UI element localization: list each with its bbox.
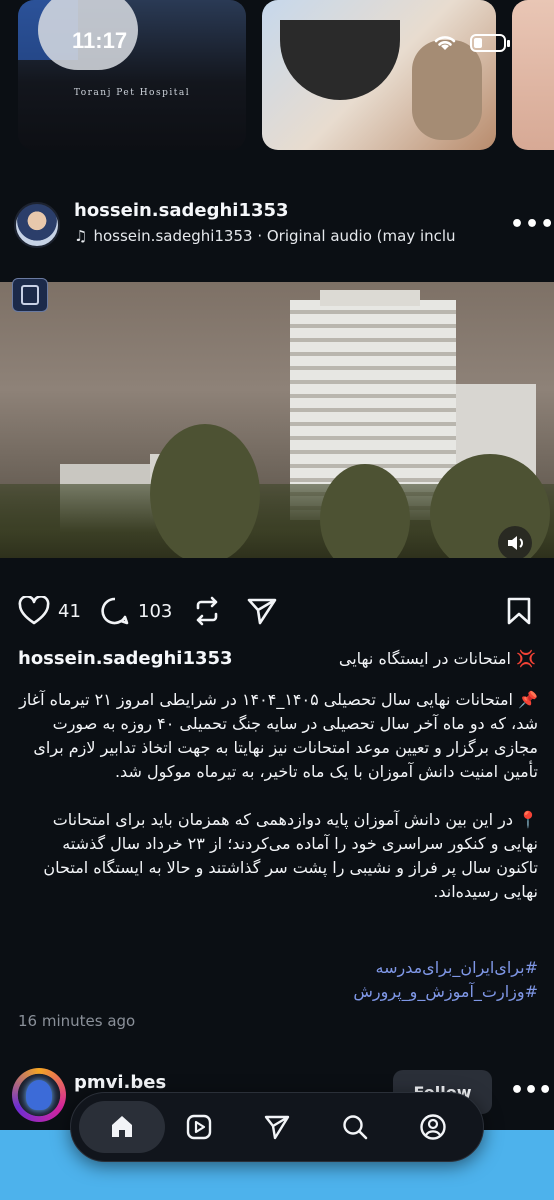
post-video[interactable]	[0, 264, 554, 578]
like-button[interactable]: 41	[18, 596, 81, 626]
post-timestamp: 16 minutes ago	[18, 1012, 136, 1030]
home-icon	[112, 1116, 132, 1137]
reel-thumbnail[interactable]: Toranj Pet Hospital	[18, 0, 246, 150]
reels-icon	[186, 1114, 212, 1140]
next-post-username[interactable]: pmvi.bes	[74, 1072, 166, 1093]
repost-button[interactable]	[192, 596, 222, 626]
reel-thumbnail[interactable]	[512, 0, 554, 150]
tab-bar	[70, 1092, 484, 1162]
search-icon	[343, 1115, 368, 1140]
caption-username[interactable]: hossein.sadeghi1353	[18, 648, 233, 669]
hashtag-list: #برای‌ایران_برای‌مدرسه #وزارت_آموزش_و_پر…	[16, 956, 538, 1004]
tab-messages[interactable]	[251, 1101, 303, 1153]
caption-paragraph: 📍 در این بین دانش آموزان پایه دوازدهمی ک…	[43, 810, 538, 901]
like-count: 41	[58, 600, 81, 622]
hashtag-link[interactable]: #وزارت_آموزش_و_پرورش	[16, 980, 538, 1004]
status-bar: 11:17	[0, 28, 554, 58]
send-icon	[264, 1115, 290, 1140]
caption-title: 💢 امتحانات در ایستگاه نهایی	[338, 649, 536, 668]
more-options-icon[interactable]: •••	[510, 212, 554, 237]
tab-home[interactable]	[79, 1101, 165, 1153]
tab-profile[interactable]	[407, 1101, 459, 1153]
wifi-icon	[434, 36, 456, 50]
heart-icon	[18, 596, 50, 625]
channel-logo-icon	[12, 278, 48, 312]
bookmark-icon	[507, 597, 531, 625]
comment-icon	[101, 597, 129, 625]
hashtag-link[interactable]: #برای‌ایران_برای‌مدرسه	[16, 956, 538, 980]
caption-paragraph: 📌 امتحانات نهایی سال تحصیلی ۱۴۰۵_۱۴۰۴ در…	[19, 690, 538, 781]
avatar[interactable]	[12, 1068, 66, 1122]
post-header: hossein.sadeghi1353 ♫ hossein.sadeghi1353…	[0, 196, 554, 256]
thumbnail-caption: Toranj Pet Hospital	[73, 88, 191, 98]
caption-body: 📌 امتحانات نهایی سال تحصیلی ۱۴۰۵_۱۴۰۴ در…	[16, 688, 538, 928]
comment-count: 103	[138, 600, 173, 622]
reel-thumbnail[interactable]	[262, 0, 496, 150]
music-note-icon: ♫	[74, 227, 88, 245]
avatar[interactable]	[14, 202, 60, 248]
audio-text: hossein.sadeghi1353 · Original audio (ma…	[93, 227, 456, 245]
comment-button[interactable]: 103	[100, 596, 172, 626]
clock: 11:17	[72, 28, 128, 53]
repost-icon	[196, 596, 218, 626]
send-icon	[247, 598, 277, 625]
profile-icon	[420, 1114, 446, 1140]
share-button[interactable]	[246, 596, 278, 626]
caption-header: hossein.sadeghi1353 💢 امتحانات در ایستگا…	[0, 648, 554, 674]
audio-label[interactable]: ♫ hossein.sadeghi1353 · Original audio (m…	[74, 227, 478, 245]
more-options-icon[interactable]: •••	[510, 1078, 552, 1103]
volume-icon[interactable]	[498, 526, 532, 560]
battery-icon	[470, 34, 510, 52]
post-username[interactable]: hossein.sadeghi1353	[74, 200, 289, 221]
save-button[interactable]	[506, 596, 532, 626]
post-actions: 41 103	[0, 592, 554, 632]
tab-reels[interactable]	[173, 1101, 225, 1153]
tab-search[interactable]	[329, 1101, 381, 1153]
stories-strip: Toranj Pet Hospital	[0, 0, 554, 170]
